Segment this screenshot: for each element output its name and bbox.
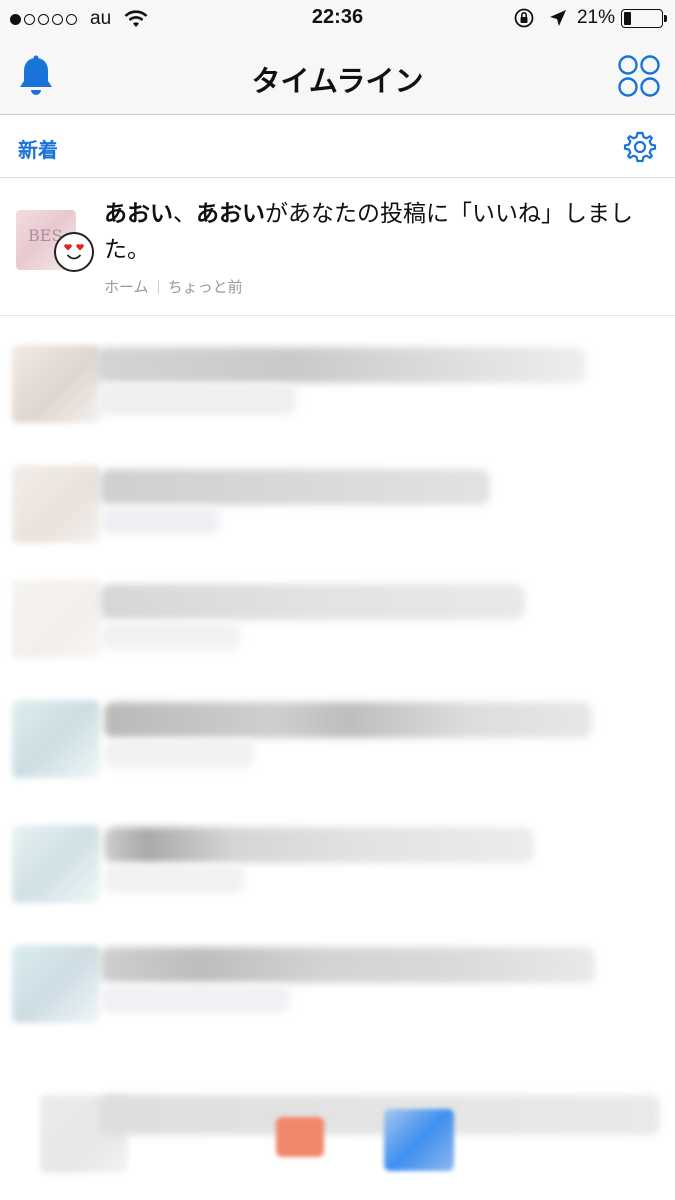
redacted-color-blob	[384, 1109, 454, 1171]
redacted-text	[104, 740, 254, 768]
redacted-text	[100, 584, 525, 620]
notification-avatar-group: BES	[16, 210, 94, 272]
redacted-avatar	[12, 580, 100, 658]
nav-bar: タイムライン	[0, 40, 675, 115]
carrier-label: au	[90, 8, 112, 29]
redacted-row	[0, 807, 675, 917]
status-left: au	[10, 8, 149, 30]
redacted-color-blob	[276, 1117, 324, 1157]
redacted-text	[96, 347, 586, 383]
heart-eyes-emoji-icon	[61, 239, 87, 265]
redacted-text	[100, 985, 290, 1013]
redacted-row	[0, 1077, 675, 1187]
notification-source: ホーム	[104, 278, 149, 296]
redacted-text	[96, 385, 296, 415]
redacted-row	[0, 927, 675, 1037]
redacted-row	[0, 327, 675, 437]
notification-separator: 、	[173, 201, 196, 227]
section-header: 新着	[0, 116, 675, 178]
apps-grid-button[interactable]	[617, 54, 661, 98]
wifi-icon	[124, 10, 148, 27]
page-title: タイムライン	[251, 64, 424, 98]
signal-dot	[38, 13, 49, 25]
redacted-row	[0, 682, 675, 792]
battery-percent: 21%	[576, 7, 615, 28]
redacted-text	[100, 507, 220, 535]
redacted-avatar	[12, 345, 100, 423]
redacted-notifications	[0, 317, 675, 1200]
notifications-button[interactable]	[14, 54, 58, 98]
signal-dot	[10, 13, 21, 25]
location-arrow-icon	[549, 10, 566, 26]
redacted-avatar	[12, 465, 100, 543]
status-bar: au 22:36 21%	[0, 0, 675, 40]
redacted-text	[104, 865, 244, 893]
notification-text: あおい、あおいがあなたの投稿に「いいね」しました。	[104, 196, 654, 268]
tab-new[interactable]: 新着	[18, 134, 58, 163]
notification-item[interactable]: BES あおい、あおいがあなたの投稿に「いいね」しました。 ホーム ちょっと前	[0, 180, 675, 316]
meta-divider	[157, 279, 159, 294]
battery-level	[624, 11, 632, 25]
notification-user[interactable]: あおい	[104, 201, 173, 227]
settings-button[interactable]	[623, 130, 657, 164]
signal-dot	[66, 13, 77, 25]
signal-dot	[52, 13, 63, 25]
redacted-avatar	[12, 700, 100, 778]
gear-icon	[623, 131, 657, 163]
redacted-row	[0, 562, 675, 672]
redacted-text	[100, 947, 595, 983]
redacted-text	[100, 469, 490, 505]
orientation-lock-icon	[514, 8, 534, 28]
redacted-text	[100, 622, 240, 650]
bell-icon	[20, 55, 52, 95]
redacted-text	[100, 1095, 660, 1135]
redacted-avatar	[12, 825, 100, 903]
reaction-badge	[54, 232, 94, 272]
notification-meta: ホーム ちょっと前	[104, 276, 243, 297]
redacted-row	[0, 447, 675, 557]
notification-time: ちょっと前	[167, 278, 243, 296]
apps-grid-icon	[618, 55, 660, 97]
notification-user[interactable]: あおい	[196, 201, 265, 227]
redacted-text	[104, 827, 534, 863]
redacted-text	[104, 702, 592, 738]
redacted-avatar	[12, 945, 100, 1023]
signal-dot	[24, 13, 35, 25]
battery-icon	[621, 8, 667, 28]
status-right: 21%	[513, 7, 667, 29]
